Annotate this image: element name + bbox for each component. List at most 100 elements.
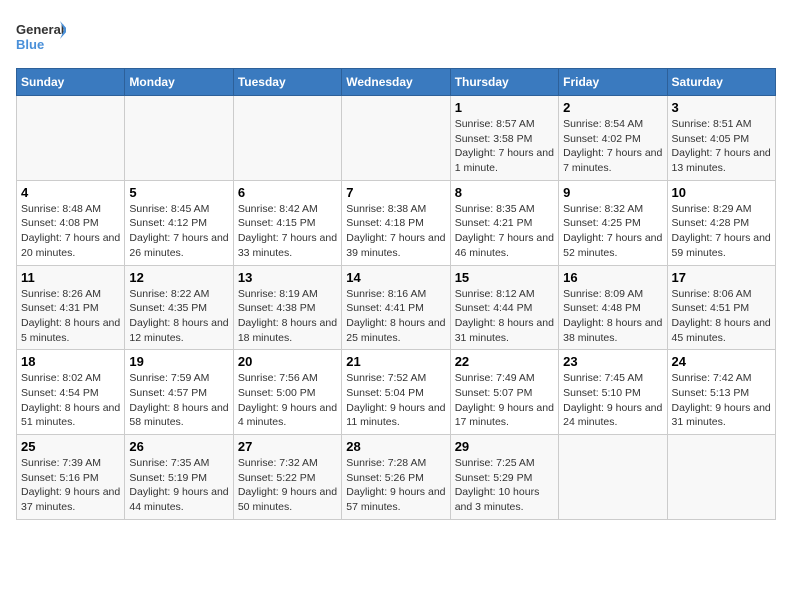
day-number: 7 bbox=[346, 185, 445, 200]
day-number: 16 bbox=[563, 270, 662, 285]
calendar-cell: 22Sunrise: 7:49 AM Sunset: 5:07 PM Dayli… bbox=[450, 350, 558, 435]
day-info: Sunrise: 7:39 AM Sunset: 5:16 PM Dayligh… bbox=[21, 456, 120, 515]
day-info: Sunrise: 8:09 AM Sunset: 4:48 PM Dayligh… bbox=[563, 287, 662, 346]
day-number: 2 bbox=[563, 100, 662, 115]
calendar-cell: 23 Sunrise: 7:45 AM Sunset: 5:10 PM Dayli… bbox=[559, 350, 667, 435]
day-number: 18 bbox=[21, 354, 120, 369]
calendar-header-monday: Monday bbox=[125, 69, 233, 96]
day-info: Sunrise: 7:25 AM Sunset: 5:29 PM Dayligh… bbox=[455, 456, 554, 515]
day-info: Sunrise: 7:56 AM Sunset: 5:00 PM Dayligh… bbox=[238, 371, 337, 430]
day-info: Sunrise: 7:35 AM Sunset: 5:19 PM Dayligh… bbox=[129, 456, 228, 515]
calendar-cell: 5Sunrise: 8:45 AM Sunset: 4:12 PM Daylig… bbox=[125, 180, 233, 265]
day-info: Sunrise: 7:45 AM Sunset: 5:10 PM Dayligh… bbox=[563, 371, 662, 430]
calendar-week-row: 1 Sunrise: 8:57 AM Sunset: 3:58 PM Daylig… bbox=[17, 96, 776, 181]
calendar-table: SundayMondayTuesdayWednesdayThursdayFrid… bbox=[16, 68, 776, 520]
day-info: Sunrise: 8:32 AM Sunset: 4:25 PM Dayligh… bbox=[563, 202, 662, 261]
logo-svg: General Blue bbox=[16, 16, 66, 58]
day-number: 25 bbox=[21, 439, 120, 454]
calendar-cell: 15 Sunrise: 8:12 AM Sunset: 4:44 PM Dayli… bbox=[450, 265, 558, 350]
day-info: Sunrise: 8:57 AM Sunset: 3:58 PM Dayligh… bbox=[455, 117, 554, 176]
calendar-cell: 21 Sunrise: 7:52 AM Sunset: 5:04 PM Dayli… bbox=[342, 350, 450, 435]
calendar-cell: 2 Sunrise: 8:54 AM Sunset: 4:02 PM Daylig… bbox=[559, 96, 667, 181]
day-info: Sunrise: 7:32 AM Sunset: 5:22 PM Dayligh… bbox=[238, 456, 337, 515]
day-number: 22 bbox=[455, 354, 554, 369]
day-number: 19 bbox=[129, 354, 228, 369]
day-number: 3 bbox=[672, 100, 771, 115]
day-info: Sunrise: 7:42 AM Sunset: 5:13 PM Dayligh… bbox=[672, 371, 771, 430]
logo: General Blue bbox=[16, 16, 66, 58]
calendar-cell: 29 Sunrise: 7:25 AM Sunset: 5:29 PM Dayli… bbox=[450, 435, 558, 520]
day-number: 8 bbox=[455, 185, 554, 200]
calendar-week-row: 18 Sunrise: 8:02 AM Sunset: 4:54 PM Dayli… bbox=[17, 350, 776, 435]
header: General Blue bbox=[16, 16, 776, 58]
day-number: 10 bbox=[672, 185, 771, 200]
calendar-header-tuesday: Tuesday bbox=[233, 69, 341, 96]
calendar-cell: 14 Sunrise: 8:16 AM Sunset: 4:41 PM Dayli… bbox=[342, 265, 450, 350]
day-number: 26 bbox=[129, 439, 228, 454]
day-info: Sunrise: 8:02 AM Sunset: 4:54 PM Dayligh… bbox=[21, 371, 120, 430]
calendar-cell bbox=[667, 435, 775, 520]
calendar-cell: 9 Sunrise: 8:32 AM Sunset: 4:25 PM Daylig… bbox=[559, 180, 667, 265]
day-number: 27 bbox=[238, 439, 337, 454]
calendar-week-row: 11Sunrise: 8:26 AM Sunset: 4:31 PM Dayli… bbox=[17, 265, 776, 350]
day-info: Sunrise: 8:54 AM Sunset: 4:02 PM Dayligh… bbox=[563, 117, 662, 176]
svg-text:General: General bbox=[16, 22, 64, 37]
calendar-cell: 8Sunrise: 8:35 AM Sunset: 4:21 PM Daylig… bbox=[450, 180, 558, 265]
day-number: 9 bbox=[563, 185, 662, 200]
day-info: Sunrise: 8:19 AM Sunset: 4:38 PM Dayligh… bbox=[238, 287, 337, 346]
calendar-header-sunday: Sunday bbox=[17, 69, 125, 96]
calendar-cell: 3 Sunrise: 8:51 AM Sunset: 4:05 PM Daylig… bbox=[667, 96, 775, 181]
calendar-cell: 7 Sunrise: 8:38 AM Sunset: 4:18 PM Daylig… bbox=[342, 180, 450, 265]
calendar-week-row: 4Sunrise: 8:48 AM Sunset: 4:08 PM Daylig… bbox=[17, 180, 776, 265]
day-info: Sunrise: 8:48 AM Sunset: 4:08 PM Dayligh… bbox=[21, 202, 120, 261]
day-info: Sunrise: 8:29 AM Sunset: 4:28 PM Dayligh… bbox=[672, 202, 771, 261]
calendar-cell: 10 Sunrise: 8:29 AM Sunset: 4:28 PM Dayli… bbox=[667, 180, 775, 265]
day-info: Sunrise: 7:28 AM Sunset: 5:26 PM Dayligh… bbox=[346, 456, 445, 515]
day-info: Sunrise: 7:59 AM Sunset: 4:57 PM Dayligh… bbox=[129, 371, 228, 430]
calendar-cell: 25 Sunrise: 7:39 AM Sunset: 5:16 PM Dayli… bbox=[17, 435, 125, 520]
day-number: 6 bbox=[238, 185, 337, 200]
calendar-cell: 20 Sunrise: 7:56 AM Sunset: 5:00 PM Dayli… bbox=[233, 350, 341, 435]
day-info: Sunrise: 8:22 AM Sunset: 4:35 PM Dayligh… bbox=[129, 287, 228, 346]
day-number: 14 bbox=[346, 270, 445, 285]
day-number: 24 bbox=[672, 354, 771, 369]
calendar-header-wednesday: Wednesday bbox=[342, 69, 450, 96]
calendar-header-thursday: Thursday bbox=[450, 69, 558, 96]
day-number: 17 bbox=[672, 270, 771, 285]
calendar-cell: 28 Sunrise: 7:28 AM Sunset: 5:26 PM Dayli… bbox=[342, 435, 450, 520]
calendar-cell: 17 Sunrise: 8:06 AM Sunset: 4:51 PM Dayli… bbox=[667, 265, 775, 350]
day-number: 1 bbox=[455, 100, 554, 115]
calendar-cell: 12 Sunrise: 8:22 AM Sunset: 4:35 PM Dayli… bbox=[125, 265, 233, 350]
calendar-cell: 13Sunrise: 8:19 AM Sunset: 4:38 PM Dayli… bbox=[233, 265, 341, 350]
day-number: 23 bbox=[563, 354, 662, 369]
day-number: 29 bbox=[455, 439, 554, 454]
day-info: Sunrise: 8:16 AM Sunset: 4:41 PM Dayligh… bbox=[346, 287, 445, 346]
day-number: 12 bbox=[129, 270, 228, 285]
calendar-cell bbox=[342, 96, 450, 181]
calendar-cell: 26 Sunrise: 7:35 AM Sunset: 5:19 PM Dayli… bbox=[125, 435, 233, 520]
calendar-cell: 24 Sunrise: 7:42 AM Sunset: 5:13 PM Dayli… bbox=[667, 350, 775, 435]
day-info: Sunrise: 8:12 AM Sunset: 4:44 PM Dayligh… bbox=[455, 287, 554, 346]
day-number: 21 bbox=[346, 354, 445, 369]
calendar-cell: 18 Sunrise: 8:02 AM Sunset: 4:54 PM Dayli… bbox=[17, 350, 125, 435]
calendar-cell: 16 Sunrise: 8:09 AM Sunset: 4:48 PM Dayli… bbox=[559, 265, 667, 350]
calendar-header-friday: Friday bbox=[559, 69, 667, 96]
calendar-cell bbox=[559, 435, 667, 520]
day-info: Sunrise: 8:38 AM Sunset: 4:18 PM Dayligh… bbox=[346, 202, 445, 261]
calendar-week-row: 25 Sunrise: 7:39 AM Sunset: 5:16 PM Dayli… bbox=[17, 435, 776, 520]
day-info: Sunrise: 8:42 AM Sunset: 4:15 PM Dayligh… bbox=[238, 202, 337, 261]
calendar-cell: 6 Sunrise: 8:42 AM Sunset: 4:15 PM Daylig… bbox=[233, 180, 341, 265]
day-number: 5 bbox=[129, 185, 228, 200]
day-number: 11 bbox=[21, 270, 120, 285]
calendar-cell: 1 Sunrise: 8:57 AM Sunset: 3:58 PM Daylig… bbox=[450, 96, 558, 181]
day-number: 20 bbox=[238, 354, 337, 369]
day-info: Sunrise: 8:51 AM Sunset: 4:05 PM Dayligh… bbox=[672, 117, 771, 176]
day-info: Sunrise: 7:52 AM Sunset: 5:04 PM Dayligh… bbox=[346, 371, 445, 430]
day-number: 15 bbox=[455, 270, 554, 285]
calendar-header-row: SundayMondayTuesdayWednesdayThursdayFrid… bbox=[17, 69, 776, 96]
calendar-cell: 27 Sunrise: 7:32 AM Sunset: 5:22 PM Dayli… bbox=[233, 435, 341, 520]
day-number: 28 bbox=[346, 439, 445, 454]
calendar-header-saturday: Saturday bbox=[667, 69, 775, 96]
calendar-cell: 11Sunrise: 8:26 AM Sunset: 4:31 PM Dayli… bbox=[17, 265, 125, 350]
day-info: Sunrise: 8:06 AM Sunset: 4:51 PM Dayligh… bbox=[672, 287, 771, 346]
